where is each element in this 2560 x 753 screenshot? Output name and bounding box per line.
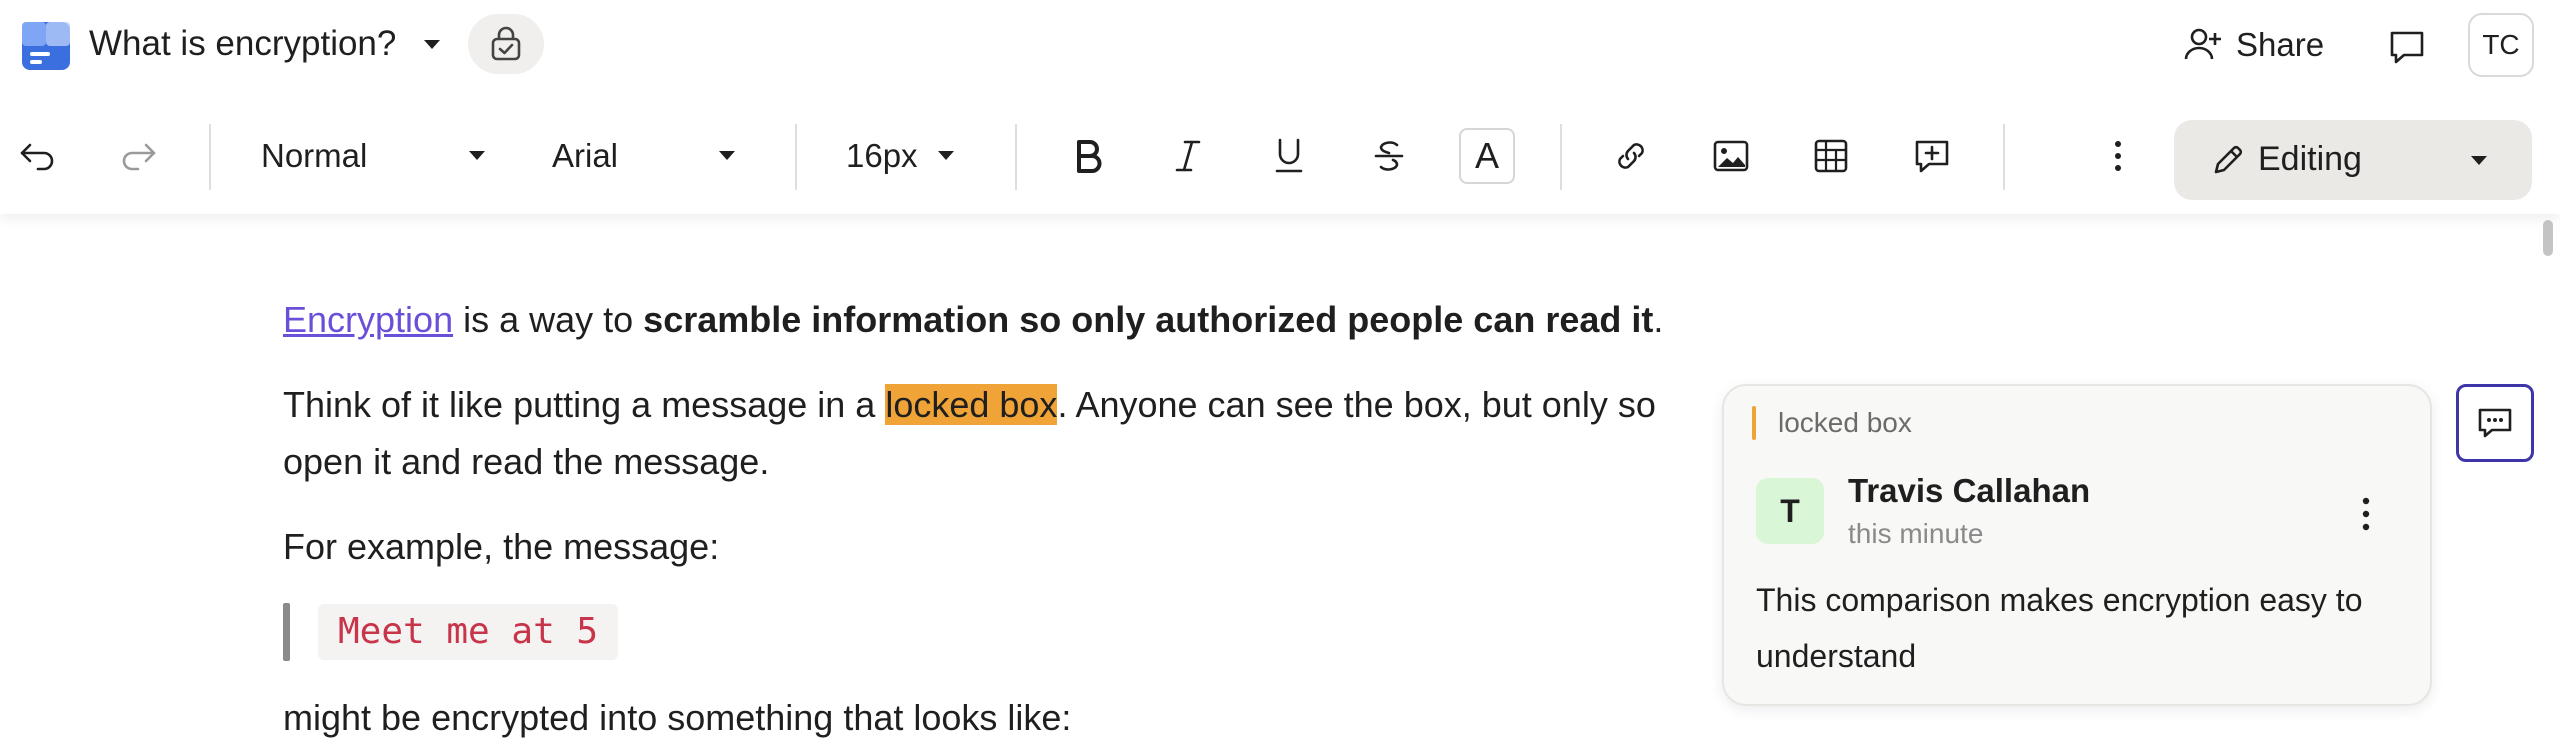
table-icon <box>1814 139 1848 173</box>
link-icon <box>1618 143 1644 169</box>
comment-card[interactable]: locked box T Travis Callahan this minute… <box>1722 384 2432 706</box>
toolbar-divider <box>2003 124 2005 190</box>
app-header: What is encryption? Share TC <box>0 0 2560 88</box>
editing-mode-button[interactable]: Editing <box>2174 120 2532 200</box>
toolbar-divider <box>1560 124 1562 190</box>
comment-more-button[interactable] <box>2346 486 2386 542</box>
strikethrough-icon <box>1374 141 1404 171</box>
paragraph-text: . Anyone can see the box, but only so <box>1057 384 1656 425</box>
image-icon <box>1713 140 1749 172</box>
add-comment-button[interactable] <box>1904 128 1960 184</box>
share-label: Share <box>2236 26 2325 63</box>
toolbar-divider <box>1015 124 1017 190</box>
chevron-down-icon[interactable] <box>933 142 959 168</box>
redo-button[interactable] <box>110 128 166 184</box>
bold-text: scramble information so only authorized … <box>643 299 1654 340</box>
editing-mode-label: Editing <box>2258 140 2362 178</box>
paragraph-2-line-2[interactable]: open it and read the message. <box>283 434 769 490</box>
paragraph-text: . <box>1653 299 1664 340</box>
scrollbar-thumb[interactable] <box>2543 220 2553 256</box>
bold-button[interactable] <box>1060 128 1116 184</box>
toolbar-divider <box>209 124 211 190</box>
toolbar-divider <box>795 124 797 190</box>
lock-status-button[interactable] <box>468 14 544 74</box>
insert-link-button[interactable] <box>1603 128 1659 184</box>
document-icon[interactable] <box>22 22 70 70</box>
pencil-icon <box>2214 145 2243 174</box>
more-vertical-icon <box>2362 497 2370 531</box>
chat-bubble-icon <box>2390 31 2424 64</box>
paragraph-4[interactable]: might be encrypted into something that l… <box>283 690 1071 746</box>
chevron-down-icon[interactable] <box>418 30 446 58</box>
comment-timestamp: this minute <box>1848 518 1984 549</box>
doc-title[interactable]: What is encryption? <box>89 22 396 66</box>
chevron-down-icon[interactable] <box>464 142 490 168</box>
paragraph-2[interactable]: Think of it like putting a message in a … <box>283 377 1656 433</box>
share-button[interactable]: Share <box>2172 18 2334 72</box>
more-vertical-icon <box>2115 141 2121 171</box>
strikethrough-button[interactable] <box>1361 128 1417 184</box>
font-family-select[interactable]: Arial <box>552 128 618 184</box>
paragraph-1[interactable]: Encryption is a way to scramble informat… <box>283 292 1663 348</box>
comment-marker-button[interactable] <box>2456 384 2534 462</box>
insert-table-button[interactable] <box>1803 128 1859 184</box>
paragraph-text: Think of it like putting a message in a <box>283 384 886 425</box>
add-user-icon <box>2184 28 2221 60</box>
undo-button[interactable] <box>10 128 66 184</box>
comment-quote-bar <box>1752 406 1756 440</box>
inline-code[interactable]: Meet me at 5 <box>318 604 619 660</box>
chevron-down-icon <box>2471 156 2487 165</box>
paragraph-style-select[interactable]: Normal <box>261 128 367 184</box>
font-size-select[interactable]: 16px <box>846 128 918 184</box>
encryption-link[interactable]: Encryption <box>283 299 453 340</box>
italic-icon <box>1175 140 1201 172</box>
font-color-button[interactable]: A <box>1459 128 1515 184</box>
add-comment-icon <box>1915 140 1949 173</box>
chat-bubble-icon <box>2478 408 2512 438</box>
paragraph-text: is a way to <box>453 299 644 340</box>
redo-icon <box>122 143 156 171</box>
more-options-button[interactable] <box>2090 128 2146 184</box>
underline-icon <box>1275 138 1303 173</box>
highlighted-comment-text[interactable]: locked box <box>885 384 1058 425</box>
undo-icon <box>20 143 54 171</box>
lock-check-icon <box>491 26 521 61</box>
comment-author-avatar: T <box>1756 478 1824 544</box>
underline-button[interactable] <box>1261 128 1317 184</box>
comments-button[interactable] <box>2380 20 2434 74</box>
bold-icon <box>1077 140 1102 173</box>
comment-author-name: Travis Callahan <box>1848 472 2091 509</box>
chevron-down-icon[interactable] <box>714 142 740 168</box>
comment-body: This comparison makes encryption easy to… <box>1756 582 2363 674</box>
insert-image-button[interactable] <box>1703 128 1759 184</box>
paragraph-3[interactable]: For example, the message: <box>283 519 719 575</box>
blockquote-bar <box>283 603 290 661</box>
italic-button[interactable] <box>1160 128 1216 184</box>
comment-quoted-text: locked box <box>1778 407 1912 438</box>
user-avatar[interactable]: TC <box>2468 13 2534 77</box>
